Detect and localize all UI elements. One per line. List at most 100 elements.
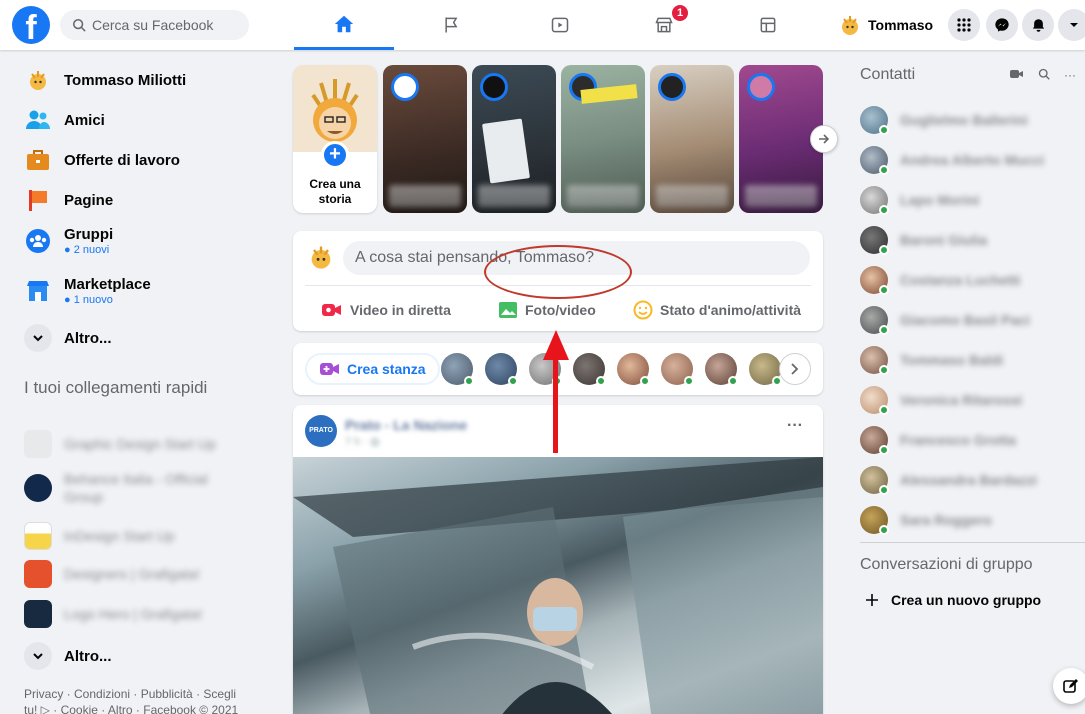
sidebar-item-label: Amici [64, 111, 105, 129]
tab-gaming[interactable] [718, 0, 818, 50]
search-icon [72, 18, 86, 32]
top-bar: f 1 Tommaso [0, 0, 1085, 50]
avatar [30, 71, 46, 90]
avatar[interactable] [661, 353, 694, 386]
avatar[interactable] [441, 353, 474, 386]
contact-item[interactable]: Baroni Giulia [860, 226, 1060, 255]
contact-item[interactable]: Giacomo Basil Paci [860, 306, 1060, 335]
avatar[interactable] [705, 353, 738, 386]
search-icon[interactable] [1038, 68, 1050, 80]
search-input[interactable] [92, 17, 242, 33]
live-video-button[interactable]: Video in diretta [321, 295, 451, 325]
feeling-activity-button[interactable]: Stato d'animo/attività [633, 295, 801, 325]
story-card[interactable] [650, 65, 734, 213]
messenger-icon [995, 18, 1009, 32]
avatar [860, 226, 889, 255]
tab-home[interactable] [294, 0, 394, 50]
create-group-button[interactable]: Crea un nuovo gruppo [865, 592, 1041, 608]
footer-links[interactable]: Privacy · Condizioni · Pubblicità · Sceg… [24, 686, 249, 714]
sidebar-item-friends[interactable]: Amici [24, 106, 105, 134]
sidebar-item-profile[interactable]: Tommaso Miliotti [24, 66, 186, 94]
facebook-logo-icon[interactable]: f [12, 6, 50, 44]
search-box[interactable] [60, 10, 249, 40]
shortcuts-more[interactable]: Altro... [24, 642, 112, 670]
notifications-button[interactable] [1022, 9, 1054, 41]
sidebar-item-groups[interactable]: Gruppi ● 2 nuovi [24, 226, 113, 256]
shortcuts-title: I tuoi collegamenti rapidi [24, 378, 208, 397]
shortcut-item[interactable]: Logo Hero | Grafigata! [24, 600, 224, 628]
contact-item[interactable]: Francesco Grotta [860, 426, 1060, 455]
contact-item[interactable]: Veronica Ritarossi [860, 386, 1060, 415]
sidebar-item-label: Tommaso Miliotti [64, 71, 187, 89]
profile-name: Tommaso [868, 17, 934, 33]
create-room-label: Crea stanza [347, 361, 426, 377]
contact-item[interactable]: Guglielmo Ballerini [860, 106, 1060, 135]
create-story-card[interactable]: + Crea una storia [293, 65, 377, 213]
sidebar-item-marketplace[interactable]: Marketplace ● 1 nuovo [24, 276, 151, 306]
rooms-next-button[interactable] [779, 353, 811, 385]
avatar[interactable] [617, 353, 650, 386]
contact-item[interactable]: Costanza Luchetti [860, 266, 1060, 295]
flag-icon [29, 190, 47, 211]
story-card[interactable] [383, 65, 467, 213]
menu-button[interactable] [948, 9, 980, 41]
post-timestamp[interactable]: 7 h · ◍ [345, 435, 380, 448]
notification-badge: 1 [672, 5, 688, 21]
story-caption [745, 185, 817, 207]
messenger-button[interactable] [986, 9, 1018, 41]
story-card[interactable] [561, 65, 645, 213]
contact-item[interactable]: Tommaso Baldi [860, 346, 1060, 375]
shortcut-label: InDesign Start Up [64, 528, 175, 544]
shortcut-item[interactable]: Designers | Grafigata! [24, 560, 224, 588]
page-avatar[interactable]: PRATO [305, 415, 337, 447]
contact-item[interactable]: Sara Roggero [860, 506, 1060, 535]
post-options-icon[interactable]: ··· [787, 417, 803, 435]
contact-name: Costanza Luchetti [900, 272, 1021, 288]
video-call-icon[interactable] [1010, 68, 1024, 80]
story-card[interactable] [472, 65, 556, 213]
sidebar-item-label: Marketplace [64, 276, 151, 293]
tab-pages[interactable] [402, 0, 502, 50]
avatar [480, 73, 508, 101]
post-photo[interactable] [293, 457, 823, 714]
shortcut-label: Graphic Design Start Up [64, 436, 216, 452]
avatar [842, 16, 858, 35]
profile-chip[interactable]: Tommaso [838, 10, 933, 40]
avatar[interactable] [573, 353, 606, 386]
add-story-icon[interactable]: + [321, 141, 349, 169]
sidebar-item-more[interactable]: Altro... [24, 324, 112, 352]
story-caption [389, 185, 461, 207]
contact-item[interactable]: Lapo Morini [860, 186, 1060, 215]
shortcut-label: Logo Hero | Grafigata! [64, 606, 203, 622]
tab-watch[interactable] [510, 0, 610, 50]
contact-item[interactable]: Alessandra Bardazzi [860, 466, 1060, 495]
group-thumbnail [24, 600, 52, 628]
avatar[interactable] [749, 353, 782, 386]
more-options-icon[interactable]: ··· [1064, 68, 1076, 82]
shortcut-item[interactable]: Behance Italia - Official Group [24, 470, 224, 506]
contact-name: Andrea Alberto Mucci [900, 152, 1045, 168]
sidebar-item-jobs[interactable]: Offerte di lavoro [24, 146, 180, 174]
tab-marketplace[interactable]: 1 [614, 0, 714, 50]
stories-tray: + Crea una storia [293, 65, 823, 215]
contact-item[interactable]: Andrea Alberto Mucci [860, 146, 1060, 175]
stories-next-button[interactable] [810, 125, 838, 153]
avatar [860, 306, 889, 335]
avatar[interactable] [485, 353, 518, 386]
group-thumbnail [24, 560, 52, 588]
photo-video-button[interactable]: Foto/video [498, 295, 596, 325]
shortcut-item[interactable]: Graphic Design Start Up [24, 430, 224, 458]
account-menu-button[interactable] [1058, 9, 1085, 41]
divider [860, 542, 1085, 543]
new-message-button[interactable] [1053, 668, 1085, 704]
contact-name: Veronica Ritarossi [900, 392, 1023, 408]
shortcut-item[interactable]: InDesign Start Up [24, 522, 224, 550]
create-room-button[interactable]: Crea stanza [305, 353, 440, 385]
contact-name: Sara Roggero [900, 512, 992, 528]
briefcase-icon [27, 150, 49, 170]
chevron-down-icon [33, 653, 43, 660]
sidebar-item-pages[interactable]: Pagine [24, 186, 113, 214]
post-author[interactable]: Prato - La Nazione [345, 417, 467, 433]
contact-name: Guglielmo Ballerini [900, 112, 1028, 128]
live-video-icon [322, 304, 341, 316]
